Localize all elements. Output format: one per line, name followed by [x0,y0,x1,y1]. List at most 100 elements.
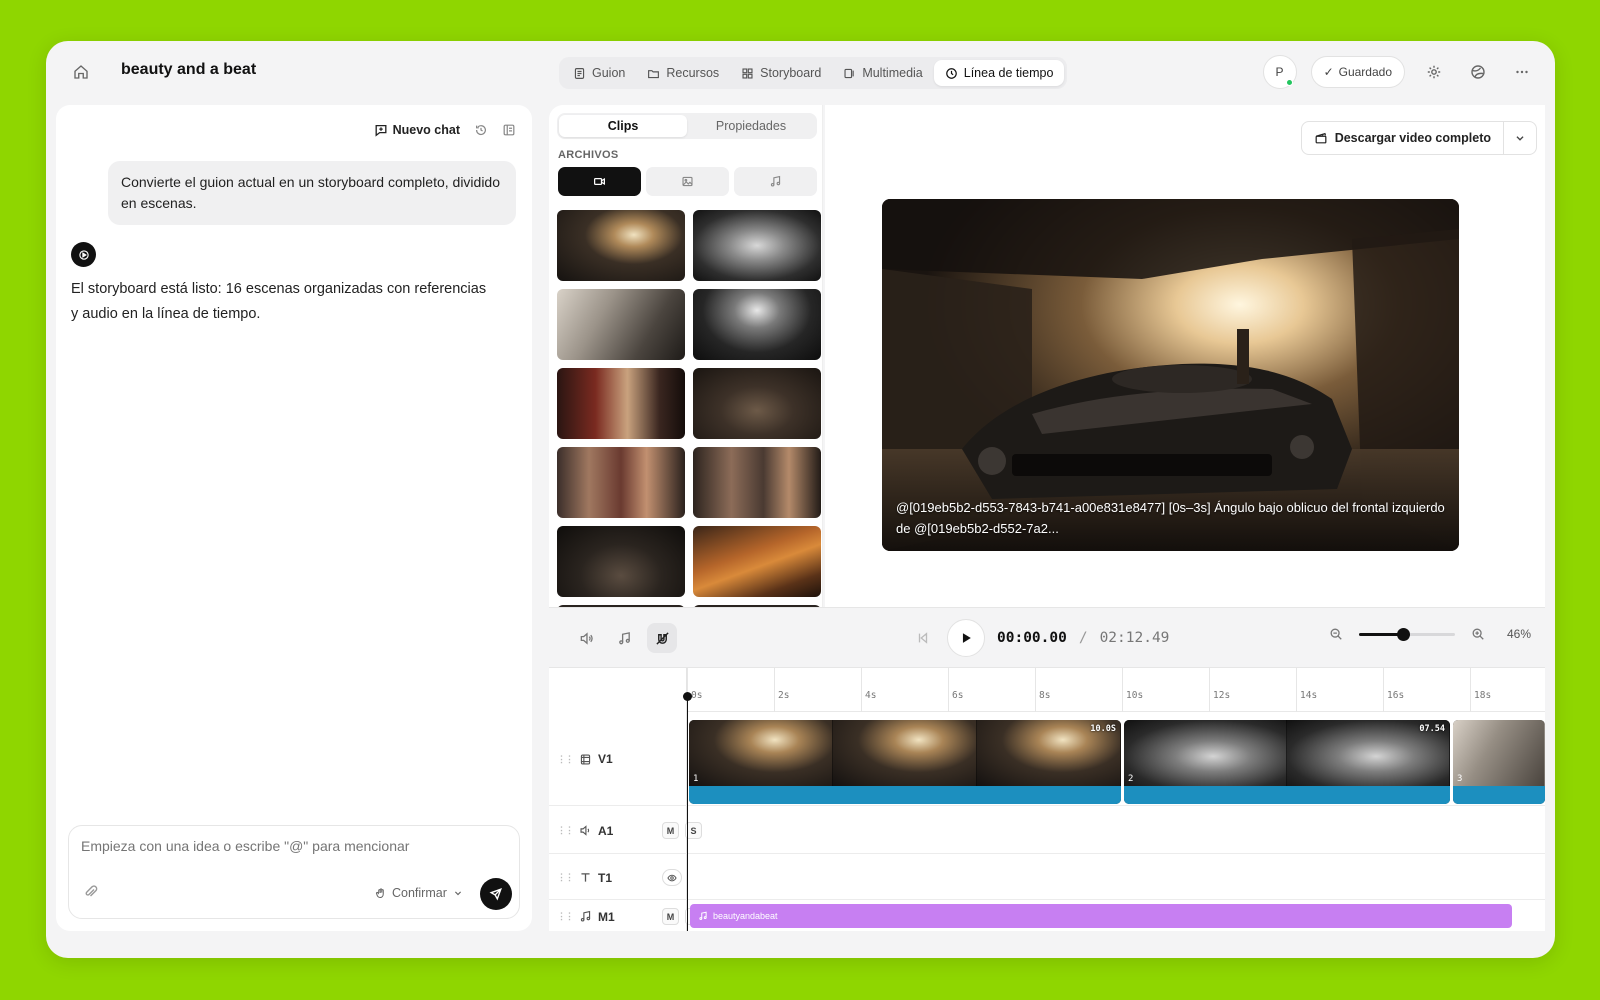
music-clip[interactable]: beautyandabeat [690,904,1512,928]
chat-input[interactable] [81,838,501,854]
playhead-handle[interactable] [683,692,692,701]
saved-status[interactable]: ✓ Guardado [1310,56,1405,88]
paperclip-icon[interactable] [83,884,101,902]
globe-icon[interactable] [1463,57,1493,87]
confirm-label: Confirmar [392,886,447,900]
time-ruler[interactable]: 0s 2s 4s 6s 8s 10s 12s 14s 16s 18s [687,668,1545,712]
track-header-t1: ⋮⋮ T1 [557,869,682,886]
clip-audio-waveform [1453,786,1545,804]
media-thumbnail[interactable] [557,289,685,360]
ruler-tick-label: 18s [1474,690,1492,701]
playhead[interactable] [687,696,688,931]
clip-number: 1 [693,774,699,784]
media-thumbnail[interactable] [693,210,821,281]
tab-guion[interactable]: Guion [562,60,636,86]
mute-button[interactable]: M [662,908,679,925]
media-thumbnail[interactable] [557,447,685,518]
track-name: V1 [598,752,613,766]
media-icon [844,68,855,78]
panel-toggle-icon[interactable] [502,123,516,137]
chat-plus-icon [375,124,387,137]
filter-video-button[interactable] [558,167,641,196]
tab-label: Multimedia [862,66,923,80]
media-thumbnail[interactable] [557,368,685,439]
ruler-tick-label: 8s [1039,690,1051,701]
confirm-mode-dropdown[interactable]: Confirmar [375,886,464,900]
filter-image-button[interactable] [646,167,729,196]
media-thumbnail[interactable] [557,210,685,281]
ruler-tick-label: 12s [1213,690,1231,701]
home-icon[interactable] [72,63,96,87]
drag-handle-icon[interactable]: ⋮⋮ [557,911,574,922]
tab-linea-de-tiempo[interactable]: Línea de tiempo [933,60,1065,86]
download-video-button[interactable]: Descargar video completo [1302,122,1504,154]
timeline-clip[interactable]: 1 10.0S [689,720,1121,804]
tab-label: Recursos [666,66,720,80]
send-button[interactable] [480,878,512,910]
media-segmented-control: Clips Propiedades [557,113,817,139]
history-icon[interactable] [474,123,488,137]
drag-handle-icon[interactable]: ⋮⋮ [557,825,574,836]
music-note-icon[interactable] [609,623,639,653]
media-thumbnail[interactable] [693,526,821,597]
play-icon [962,633,971,643]
ruler-tick-label: 4s [865,690,877,701]
media-thumbnail[interactable] [557,526,685,597]
music-icon [770,175,781,187]
media-thumbnail[interactable] [693,368,821,439]
video-player[interactable]: @[019eb5b2-d553-7843-b741-a00e831e8477] … [882,199,1459,551]
track-name: M1 [598,909,615,924]
timeline-editor: 0s 2s 4s 6s 8s 10s 12s 14s 16s 18s ⋮⋮ V1 1 10.0S [549,667,1545,931]
time-separator: / [1078,630,1088,646]
tab-label: Línea de tiempo [963,66,1054,80]
music-note-icon [699,911,707,920]
skip-to-start-icon[interactable] [911,626,935,650]
view-tabs: Guion Recursos Storyboard Multimedia Lín… [559,57,1068,89]
download-options-button[interactable] [1504,122,1536,154]
grid-icon [742,67,753,79]
tab-clips[interactable]: Clips [559,115,687,137]
play-logo-icon [78,249,89,260]
media-thumbnail[interactable] [693,289,821,360]
mute-button[interactable]: M [662,822,679,839]
download-label: Descargar video completo [1334,131,1491,145]
timeline-clip[interactable]: 3 [1453,720,1545,804]
drag-handle-icon[interactable]: ⋮⋮ [557,872,574,883]
zoom-slider[interactable] [1359,625,1455,643]
zoom-out-icon[interactable] [1325,623,1347,645]
timeline-clip[interactable]: 2 07.54 [1124,720,1450,804]
track-toggles [571,623,677,653]
new-chat-button[interactable]: Nuevo chat [374,123,460,137]
track-m1: ⋮⋮ M1 M S beautyandabeat [549,900,1545,931]
tab-multimedia[interactable]: Multimedia [832,60,933,86]
ruler-tick: 14s [1296,668,1317,712]
settings-gear-icon[interactable] [1419,57,1449,87]
check-icon: ✓ [1323,65,1334,79]
transport-center: 00:00.00 / 02:12.49 [911,619,1169,657]
assistant-avatar [71,242,96,267]
ruler-tick-label: 14s [1300,690,1318,701]
ruler-tick-label: 16s [1387,690,1405,701]
track-name: A1 [598,823,614,838]
clip-frames [1453,720,1545,786]
avatar[interactable]: P [1262,55,1297,89]
zoom-in-icon[interactable] [1467,623,1489,645]
clip-frames [689,720,1121,786]
clip-number: 3 [1457,774,1463,784]
tab-propiedades[interactable]: Propiedades [687,115,815,137]
volume-icon[interactable] [571,623,601,653]
text-icon [581,873,590,882]
tab-recursos[interactable]: Recursos [636,60,730,86]
visibility-toggle[interactable] [662,869,682,886]
tab-label: Guion [592,66,626,80]
play-button[interactable] [947,619,985,657]
more-options-icon[interactable] [1507,57,1537,87]
tab-storyboard[interactable]: Storyboard [730,60,832,86]
snap-magnet-icon[interactable] [647,623,677,653]
music-icon [580,910,591,922]
drag-handle-icon[interactable]: ⋮⋮ [557,754,574,765]
zoom-slider-handle[interactable] [1397,628,1411,641]
media-thumbnail[interactable] [693,447,821,518]
download-video-button-group: Descargar video completo [1300,121,1537,155]
filter-audio-button[interactable] [734,167,817,196]
